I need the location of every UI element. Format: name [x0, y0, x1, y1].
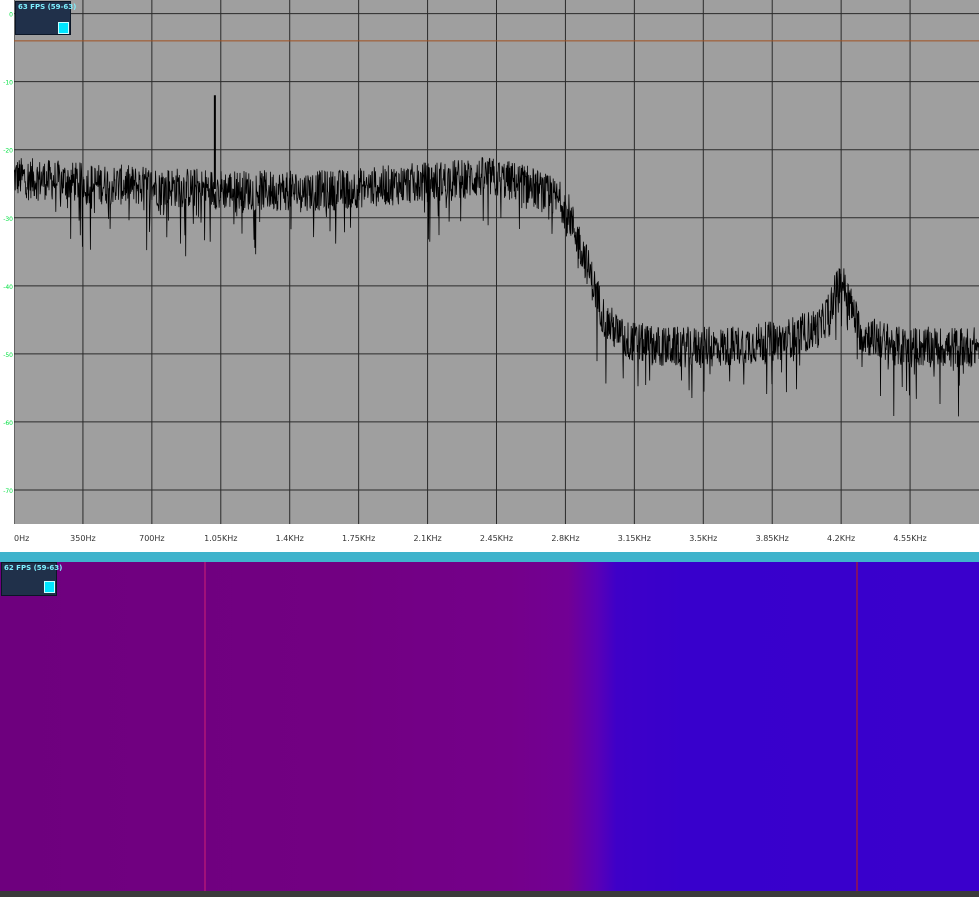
frequency-tick-label: 3.15KHz	[618, 534, 651, 543]
spectrum-fps-indicator[interactable]	[58, 22, 69, 34]
frequency-tick-label: 1.75KHz	[342, 534, 375, 543]
frequency-tick-label: 2.8KHz	[551, 534, 579, 543]
waterfall-tone-line-2	[856, 562, 858, 891]
waterfall-fps-overlay: 62 FPS (59-63)	[1, 562, 62, 596]
frequency-tick-label: 1.05KHz	[204, 534, 237, 543]
spectrum-fps-label: 63 FPS (59-63)	[18, 3, 77, 11]
level-tick-label: -40	[3, 284, 13, 291]
frequency-tick-label: 3.85KHz	[756, 534, 789, 543]
waterfall-fps-label: 62 FPS (59-63)	[4, 564, 63, 572]
frequency-tick-label: 0Hz	[14, 534, 29, 543]
bottom-strip	[0, 891, 979, 897]
frequency-tick-label: 1.4KHz	[276, 534, 304, 543]
frequency-tick-label: 350Hz	[70, 534, 95, 543]
frequency-tick-label: 4.55KHz	[893, 534, 926, 543]
spectrum-panel: 63 FPS (59-63) 0Hz 350Hz 700Hz 1.05KHz 1.4KH…	[0, 0, 979, 548]
level-tick-label: -10	[3, 80, 13, 87]
frequency-tick-label: 2.45KHz	[480, 534, 513, 543]
frequency-tick-label: 700Hz	[139, 534, 164, 543]
level-tick-label: -30	[3, 216, 13, 223]
waterfall-panel[interactable]: 62 FPS (59-63)	[0, 562, 979, 891]
spectrum-svg	[14, 0, 979, 524]
waterfall-fps-indicator[interactable]	[44, 581, 55, 593]
level-tick-label: -60	[3, 420, 13, 427]
level-tick-label: -20	[3, 148, 13, 155]
level-tick-label: -50	[3, 352, 13, 359]
spectrum-fps-overlay: 63 FPS (59-63)	[15, 1, 76, 35]
frequency-tick-label: 2.1KHz	[413, 534, 441, 543]
frequency-tick-label: 4.2KHz	[827, 534, 855, 543]
spectrum-plot[interactable]	[14, 0, 979, 524]
frequency-tick-label: 3.5KHz	[689, 534, 717, 543]
waterfall-tone-line-1	[204, 562, 206, 891]
splitter-bar[interactable]	[0, 552, 979, 562]
level-tick-label: 0	[9, 12, 13, 19]
level-tick-label: -70	[3, 488, 13, 495]
